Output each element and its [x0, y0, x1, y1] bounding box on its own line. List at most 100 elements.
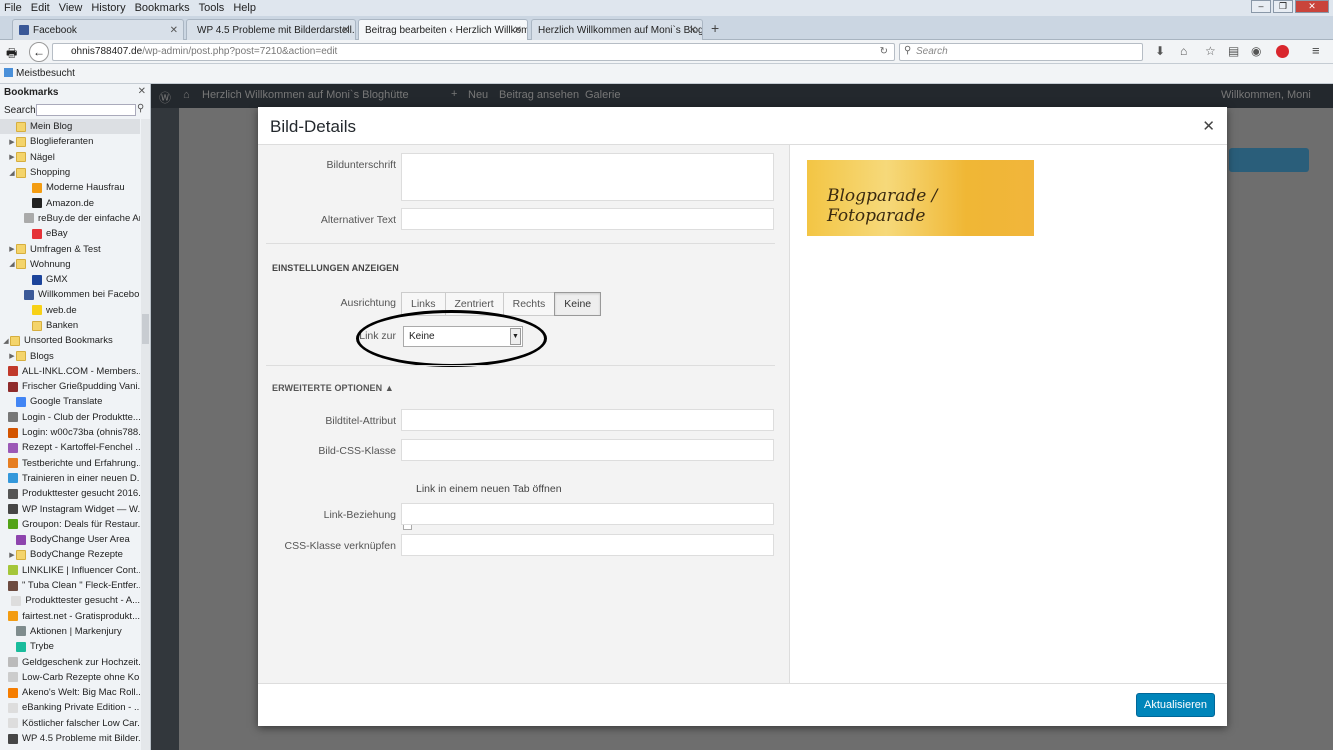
bookmark-item[interactable]: WP 4.5 Probleme mit Bilder... [0, 731, 140, 746]
sidebar-scrollbar[interactable] [141, 119, 150, 750]
expand-toggle-icon[interactable]: ▶ [8, 551, 16, 559]
bookmarks-menu-icon[interactable]: ▤ [1228, 44, 1239, 58]
bookmark-item[interactable]: ▶ BodyChange Rezepte [0, 547, 140, 562]
menu-view[interactable]: View [59, 2, 83, 14]
bookmark-item[interactable]: Testberichte und Erfahrung... [0, 456, 140, 471]
bookmark-item[interactable]: ▶ Bloglieferanten [0, 134, 140, 149]
menu-file[interactable]: File [4, 2, 22, 14]
url-bar[interactable]: ohnis788407.de/wp-admin/post.php?post=72… [52, 43, 895, 61]
bookmark-item[interactable]: Trainieren in einer neuen D... [0, 471, 140, 486]
bookmark-item[interactable]: Aktionen | Markenjury [0, 624, 140, 639]
bookmark-item[interactable]: fairtest.net - Gratisprodukt... [0, 609, 140, 624]
alt-text-input[interactable] [401, 208, 774, 230]
bookmark-item[interactable]: ▶ Nägel [0, 150, 140, 165]
bookmark-item[interactable]: GMX [0, 272, 140, 287]
update-button[interactable]: Aktualisieren [1136, 693, 1215, 717]
close-tab-icon[interactable]: ✕ [170, 25, 178, 36]
tab-wp-forum[interactable]: WP 4.5 Probleme mit Bilderdarstell... ✕ [186, 19, 356, 40]
close-modal-icon[interactable]: ✕ [1202, 117, 1215, 135]
menu-edit[interactable]: Edit [31, 2, 50, 14]
advanced-options-toggle[interactable]: ERWEITERTE OPTIONEN ▲ [272, 383, 394, 393]
tab-edit-post[interactable]: Beitrag bearbeiten ‹ Herzlich Willkomm..… [358, 19, 528, 40]
new-tab-button[interactable]: + [711, 20, 719, 36]
bookmark-item[interactable]: Akeno's Welt: Big Mac Roll... [0, 685, 140, 700]
image-css-class-input[interactable] [401, 439, 774, 461]
home-icon[interactable]: ⌂ [1180, 44, 1187, 58]
window-close-button[interactable]: ✕ [1295, 0, 1329, 13]
scrollbar-thumb[interactable] [142, 314, 149, 344]
bookmark-item[interactable]: Willkommen bei Facebo... [0, 287, 140, 302]
bookmark-item[interactable]: Produkttester gesucht 2016... [0, 486, 140, 501]
bookmark-item[interactable]: Login - Club der Produktte... [0, 410, 140, 425]
hamburger-menu-icon[interactable]: ≡ [1312, 43, 1320, 58]
bookmark-item[interactable]: ▶ Blogs [0, 348, 140, 363]
new-link[interactable]: Neu [468, 89, 488, 101]
bookmark-item[interactable]: BodyChange User Area [0, 532, 140, 547]
expand-toggle-icon[interactable]: ▶ [8, 138, 16, 146]
close-tab-icon[interactable]: ✕ [342, 25, 350, 36]
print-icon[interactable]: 🖶 [6, 44, 17, 65]
expand-toggle-icon[interactable]: ▶ [8, 245, 16, 253]
close-sidebar-icon[interactable]: ✕ [138, 86, 146, 97]
bookmark-item[interactable]: " Tuba Clean " Fleck-Entfer... [0, 578, 140, 593]
tab-facebook[interactable]: Facebook ✕ [12, 19, 184, 40]
expand-toggle-icon[interactable]: ▶ [8, 352, 16, 360]
expand-toggle-icon[interactable]: ◢ [8, 260, 16, 268]
wordpress-logo-icon[interactable]: Ⓦ [159, 89, 171, 106]
user-greeting[interactable]: Willkommen, Moni [1221, 89, 1311, 101]
sidebar-search-input[interactable] [36, 104, 136, 116]
expand-toggle-icon[interactable]: ◢ [8, 169, 16, 177]
bookmark-item[interactable]: ◢ Shopping [0, 165, 140, 180]
bookmark-item[interactable]: reBuy.de der einfache An... [0, 211, 140, 226]
bookmark-item[interactable]: ALL-INKL.COM - Members... [0, 364, 140, 379]
chat-icon[interactable]: ◉ [1251, 44, 1261, 58]
back-button[interactable]: ← [29, 42, 49, 62]
align-none-button[interactable]: Keine [554, 292, 602, 316]
bookmark-item[interactable]: Low-Carb Rezepte ohne Ko... [0, 670, 140, 685]
bookmark-item[interactable]: Amazon.de [0, 195, 140, 210]
bookmark-item[interactable]: Frischer Grießpudding Vani... [0, 379, 140, 394]
link-css-class-input[interactable] [401, 534, 774, 556]
tab-blog[interactable]: Herzlich Willkommen auf Moni`s Blog... ✕ [531, 19, 703, 40]
bookmark-item[interactable]: eBanking Private Edition - ... [0, 700, 140, 715]
search-input[interactable]: ⚲ Search [899, 43, 1143, 61]
menu-bookmarks[interactable]: Bookmarks [135, 2, 190, 14]
bookmark-item[interactable]: eBay [0, 226, 140, 241]
view-post-link[interactable]: Beitrag ansehen [499, 89, 579, 101]
adblock-icon[interactable] [1276, 45, 1289, 58]
menu-history[interactable]: History [91, 2, 125, 14]
close-tab-icon[interactable]: ✕ [689, 25, 697, 36]
title-attribute-input[interactable] [401, 409, 774, 431]
bookmark-item[interactable]: ◢ Unsorted Bookmarks [0, 333, 140, 348]
most-visited-link[interactable]: Meistbesucht [16, 68, 75, 79]
bookmark-item[interactable]: Köstlicher falscher Low Car... [0, 716, 140, 731]
bookmark-item[interactable]: Mein Blog [0, 119, 140, 135]
minimize-button[interactable]: – [1251, 0, 1271, 13]
maximize-button[interactable]: ❐ [1273, 0, 1293, 13]
bookmark-item[interactable]: WP Instagram Widget — W... [0, 501, 140, 516]
menu-help[interactable]: Help [233, 2, 256, 14]
bookmark-item[interactable]: Banken [0, 318, 140, 333]
bookmark-item[interactable]: Produkttester gesucht - A... [0, 593, 140, 608]
expand-toggle-icon[interactable]: ◢ [2, 337, 10, 345]
align-right-button[interactable]: Rechts [502, 292, 556, 316]
bookmark-item[interactable]: ▶ Umfragen & Test [0, 241, 140, 256]
bookmark-item[interactable]: Groupon: Deals für Restaur... [0, 517, 140, 532]
close-tab-icon[interactable]: ✕ [514, 25, 522, 36]
bookmark-item[interactable]: ◢ Wohnung [0, 257, 140, 272]
menu-tools[interactable]: Tools [199, 2, 225, 14]
bookmark-item[interactable]: Trybe [0, 639, 140, 654]
new-tab-label[interactable]: Link in einem neuen Tab öffnen [416, 483, 562, 495]
expand-toggle-icon[interactable]: ▶ [8, 153, 16, 161]
bookmark-item[interactable]: web.de [0, 303, 140, 318]
caption-textarea[interactable] [401, 153, 774, 201]
bookmark-item[interactable]: Moderne Hausfrau [0, 180, 140, 195]
reload-icon[interactable]: ↻ [880, 46, 888, 57]
bookmark-item[interactable]: Login: w00c73ba (ohnis788... [0, 425, 140, 440]
bookmark-item[interactable]: LINKLIKE | Influencer Cont... [0, 563, 140, 578]
bookmark-item[interactable]: Google Translate [0, 394, 140, 409]
bookmark-star-icon[interactable]: ☆ [1205, 44, 1216, 58]
bookmark-item[interactable]: Geldgeschenk zur Hochzeit... [0, 654, 140, 669]
link-rel-input[interactable] [401, 503, 774, 525]
download-icon[interactable]: ⬇ [1155, 44, 1165, 58]
